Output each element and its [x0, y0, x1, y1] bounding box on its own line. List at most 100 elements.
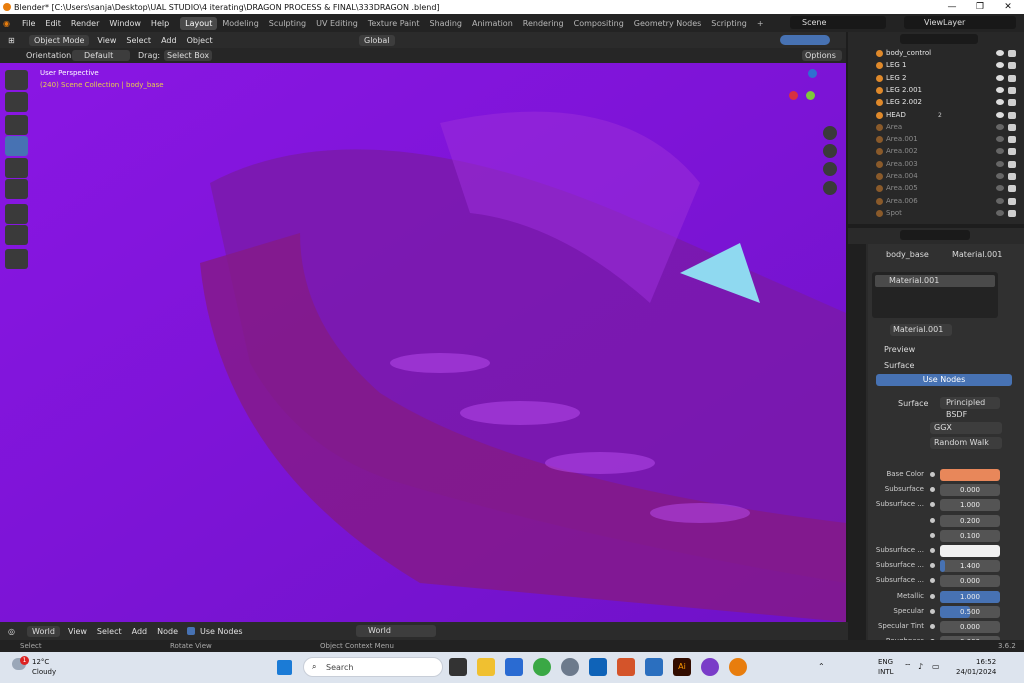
value-field[interactable]: 1.000	[940, 590, 1000, 603]
visibility-eye-icon[interactable]	[996, 62, 1004, 69]
subsurface-method-dropdown[interactable]: Random Walk	[930, 437, 1002, 449]
options-dropdown[interactable]: Options	[802, 50, 842, 61]
render-camera-icon[interactable]	[1008, 111, 1016, 119]
outliner-search[interactable]	[900, 34, 978, 44]
socket-dot-icon[interactable]	[930, 472, 935, 477]
camera-icon[interactable]	[823, 162, 837, 176]
tool-cursor[interactable]	[5, 92, 28, 112]
properties-search[interactable]	[900, 230, 970, 240]
node-menu-node[interactable]: Node	[152, 627, 183, 636]
socket-dot-icon[interactable]	[930, 532, 935, 538]
app-icon[interactable]	[617, 658, 635, 676]
tool-scale[interactable]	[5, 158, 28, 178]
add-workspace-icon[interactable]: +	[752, 17, 769, 30]
render-camera-icon[interactable]	[1008, 148, 1016, 156]
value-field[interactable]: 1.000	[940, 499, 1000, 512]
volume-icon[interactable]: ♪	[918, 662, 923, 671]
socket-dot-icon[interactable]	[930, 578, 935, 584]
tab-texture-paint[interactable]: Texture Paint	[363, 17, 425, 30]
menu-help[interactable]: Help	[146, 19, 174, 28]
render-camera-icon[interactable]	[1008, 50, 1016, 57]
socket-dot-icon[interactable]	[930, 563, 935, 569]
visibility-eye-icon[interactable]	[996, 173, 1004, 179]
socket-dot-icon[interactable]	[930, 548, 935, 553]
socket-dot-icon[interactable]	[930, 608, 935, 614]
visibility-eye-icon[interactable]	[996, 185, 1004, 192]
render-camera-icon[interactable]	[1008, 197, 1016, 205]
value-field[interactable]: 0.200	[940, 514, 1000, 527]
value-field[interactable]: 0.100	[940, 529, 1000, 542]
node-menu-select[interactable]: Select	[92, 627, 127, 636]
tool-move[interactable]	[5, 115, 28, 135]
close-icon[interactable]: ✕	[994, 0, 1022, 14]
maximize-icon[interactable]: ❐	[966, 0, 994, 14]
mail-icon[interactable]	[645, 658, 663, 676]
tool-measure[interactable]	[5, 225, 28, 245]
taskbar-search[interactable]: ⌕ Search	[303, 657, 443, 677]
explorer-icon[interactable]	[477, 658, 495, 676]
illustrator-icon[interactable]: Ai	[673, 658, 691, 676]
render-camera-icon[interactable]	[1008, 136, 1016, 144]
tab-uv-editing[interactable]: UV Editing	[311, 17, 363, 30]
pan-hand-icon[interactable]	[823, 144, 837, 158]
clock-date[interactable]: 24/01/2024	[956, 668, 996, 676]
visibility-eye-icon[interactable]	[996, 123, 1004, 130]
render-camera-icon[interactable]	[1008, 99, 1016, 107]
store-icon[interactable]	[505, 658, 523, 676]
viewlayer-selector[interactable]: ViewLayer	[904, 16, 1016, 29]
node-menu-view[interactable]: View	[63, 627, 92, 636]
render-camera-icon[interactable]	[1008, 173, 1016, 180]
clock-time[interactable]: 16:52	[976, 658, 996, 666]
outliner-row[interactable]: Area	[848, 122, 1024, 134]
viewport-menu-view[interactable]: View	[92, 36, 121, 45]
world-slot-field[interactable]: World	[356, 625, 436, 637]
axis-x-icon[interactable]	[789, 91, 798, 100]
tab-scripting[interactable]: Scripting	[706, 17, 752, 30]
socket-dot-icon[interactable]	[930, 517, 935, 523]
axis-z-icon[interactable]	[808, 69, 817, 78]
value-field[interactable]: 0.000	[940, 621, 1000, 633]
socket-dot-icon[interactable]	[930, 624, 935, 629]
outliner-row[interactable]: Area.006	[848, 196, 1024, 208]
tab-shading[interactable]: Shading	[424, 17, 467, 30]
blender-menu-icon[interactable]: ◉	[3, 19, 17, 28]
outliner-row[interactable]: LEG 2	[848, 73, 1024, 85]
viewport-menu-select[interactable]: Select	[121, 36, 156, 45]
tool-rotate[interactable]	[5, 136, 28, 156]
preview-panel-header[interactable]: Preview	[884, 345, 915, 354]
lang-line1[interactable]: ENG	[878, 658, 893, 666]
chrome-icon[interactable]	[533, 658, 551, 676]
visibility-eye-icon[interactable]	[996, 74, 1004, 81]
outliner-row[interactable]: Area.004	[848, 171, 1024, 183]
outliner-row[interactable]: LEG 1	[848, 60, 1024, 72]
outlook-icon[interactable]	[589, 658, 607, 676]
visibility-eye-icon[interactable]	[996, 111, 1004, 118]
render-camera-icon[interactable]	[1008, 62, 1016, 70]
distribution-dropdown[interactable]: GGX	[930, 422, 1002, 434]
editor-type-icon[interactable]: ⊞	[8, 36, 26, 45]
tab-animation[interactable]: Animation	[467, 17, 518, 30]
visibility-eye-icon[interactable]	[996, 197, 1004, 204]
socket-dot-icon[interactable]	[930, 593, 935, 599]
grid-icon[interactable]	[823, 181, 837, 195]
outliner-row[interactable]: body_control	[848, 48, 1024, 60]
menu-window[interactable]: Window	[104, 19, 146, 28]
color-field[interactable]	[940, 545, 1000, 557]
outliner-row[interactable]: HEAD 2	[848, 110, 1024, 122]
color-field[interactable]	[940, 469, 1000, 481]
visibility-eye-icon[interactable]	[996, 148, 1004, 155]
viewport-menu-object[interactable]: Object	[182, 36, 218, 45]
value-field[interactable]: 0.000	[940, 484, 1000, 497]
node-editor-type-icon[interactable]: ◎	[8, 627, 24, 636]
viewport-menu-add[interactable]: Add	[156, 36, 182, 45]
3d-viewport[interactable]: User Perspective (240) Scene Collection …	[0, 63, 846, 622]
outliner-row[interactable]: Area.001	[848, 134, 1024, 146]
tab-compositing[interactable]: Compositing	[569, 17, 629, 30]
minimize-icon[interactable]: —	[938, 0, 966, 14]
use-nodes-button[interactable]: Use Nodes	[876, 374, 1012, 386]
render-camera-icon[interactable]	[1008, 185, 1016, 193]
visibility-eye-icon[interactable]	[996, 86, 1004, 93]
value-field[interactable]: 0.000	[940, 575, 1000, 588]
browser-icon[interactable]	[701, 658, 719, 676]
render-camera-icon[interactable]	[1008, 74, 1016, 82]
